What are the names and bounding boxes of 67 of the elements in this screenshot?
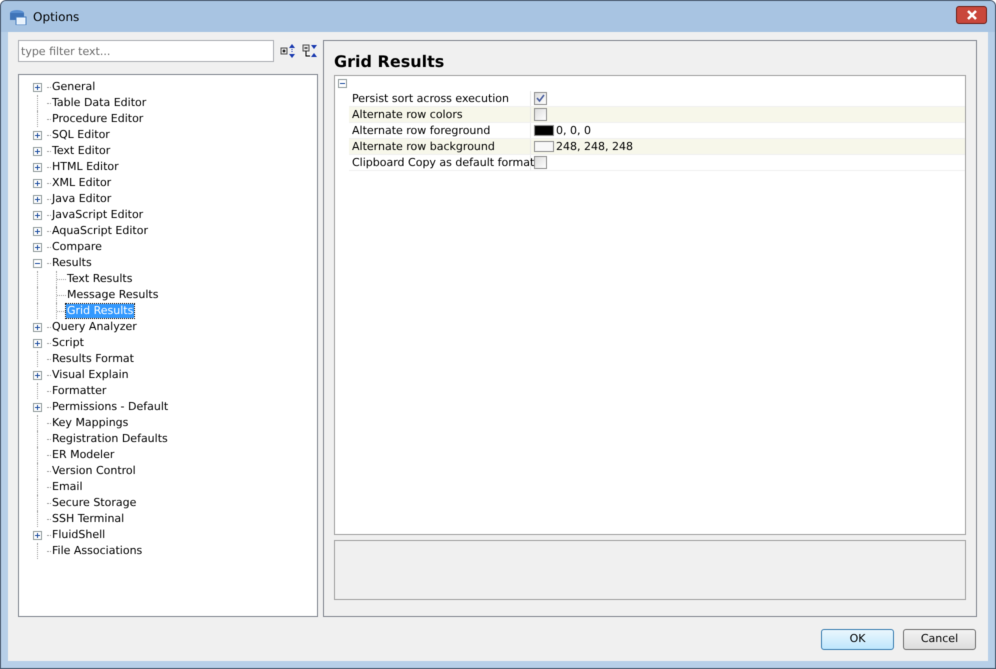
window-title: Options <box>33 8 80 26</box>
tree-item[interactable]: Text Results <box>66 272 134 286</box>
expand-icon[interactable] <box>32 530 42 540</box>
tree-item[interactable]: XML Editor <box>51 176 112 190</box>
tree-item[interactable]: Results Format <box>51 352 135 366</box>
expand-icon[interactable] <box>32 370 42 380</box>
expand-icon[interactable] <box>32 322 42 332</box>
checkbox[interactable] <box>534 92 547 105</box>
expand-icon[interactable] <box>32 130 42 140</box>
expand-icon[interactable] <box>32 194 42 204</box>
color-swatch[interactable] <box>534 141 554 152</box>
collapse-icon[interactable] <box>32 258 42 268</box>
tree-item[interactable]: Version Control <box>51 464 137 478</box>
tree-item[interactable]: Results <box>51 256 93 270</box>
tree-item[interactable]: SQL Editor <box>51 128 111 142</box>
expand-icon[interactable] <box>32 338 42 348</box>
color-value: 0, 0, 0 <box>556 123 591 138</box>
checkbox[interactable] <box>534 108 547 121</box>
window-icon <box>9 8 27 24</box>
tree-item[interactable]: Visual Explain <box>51 368 130 382</box>
tree-item[interactable]: Query Analyzer <box>51 320 138 334</box>
filter-field[interactable]: type filter text... <box>18 40 274 62</box>
expand-icon[interactable] <box>32 82 42 92</box>
expand-all-icon[interactable] <box>280 43 296 59</box>
tree-item[interactable]: Registration Defaults <box>51 432 169 446</box>
tree-item[interactable]: Formatter <box>51 384 108 398</box>
tree-item[interactable]: Procedure Editor <box>51 112 144 126</box>
cancel-button[interactable]: Cancel <box>903 629 976 650</box>
property-label: Persist sort across execution <box>349 91 531 106</box>
close-button[interactable] <box>956 6 987 24</box>
tree-item[interactable]: JavaScript Editor <box>51 208 144 222</box>
checkbox[interactable] <box>534 156 547 169</box>
check-icon <box>536 94 545 103</box>
expand-icon[interactable] <box>32 242 42 252</box>
tree-item[interactable]: HTML Editor <box>51 160 120 174</box>
color-swatch[interactable] <box>534 125 554 136</box>
property-label: Alternate row background <box>349 139 531 154</box>
collapse-all-icon[interactable] <box>302 43 318 59</box>
expand-icon[interactable] <box>32 226 42 236</box>
close-icon <box>966 10 978 20</box>
tree-item[interactable]: Message Results <box>66 288 160 302</box>
tree-item[interactable]: ER Modeler <box>51 448 116 462</box>
tree-item[interactable]: Key Mappings <box>51 416 130 430</box>
tree-item[interactable]: General <box>51 80 96 94</box>
tree-item[interactable]: FluidShell <box>51 528 106 542</box>
tree-item[interactable]: Permissions - Default <box>51 400 170 414</box>
expand-icon[interactable] <box>32 402 42 412</box>
tree-item[interactable]: Script <box>51 336 85 350</box>
property-label: Alternate row colors <box>349 107 531 122</box>
expand-icon[interactable] <box>32 178 42 188</box>
color-value: 248, 248, 248 <box>556 139 633 154</box>
page-title: Grid Results <box>334 51 446 73</box>
tree-item[interactable]: Java Editor <box>51 192 112 206</box>
ok-button[interactable]: OK <box>821 629 894 650</box>
tree-item[interactable]: Secure Storage <box>51 496 138 510</box>
tree-item[interactable]: Table Data Editor <box>51 96 148 110</box>
tree-item[interactable]: SSH Terminal <box>51 512 126 526</box>
tree-item[interactable]: Compare <box>51 240 103 254</box>
property-label: Alternate row foreground <box>349 123 531 138</box>
expand-icon[interactable] <box>32 162 42 172</box>
expand-icon[interactable] <box>32 210 42 220</box>
tree-item[interactable]: Email <box>51 480 84 494</box>
expand-icon[interactable] <box>32 146 42 156</box>
tree-item[interactable]: File Associations <box>51 544 144 558</box>
collapse-icon[interactable] <box>338 79 347 88</box>
tree-item[interactable]: Text Editor <box>51 144 112 158</box>
tree-item[interactable]: AquaScript Editor <box>51 224 149 238</box>
